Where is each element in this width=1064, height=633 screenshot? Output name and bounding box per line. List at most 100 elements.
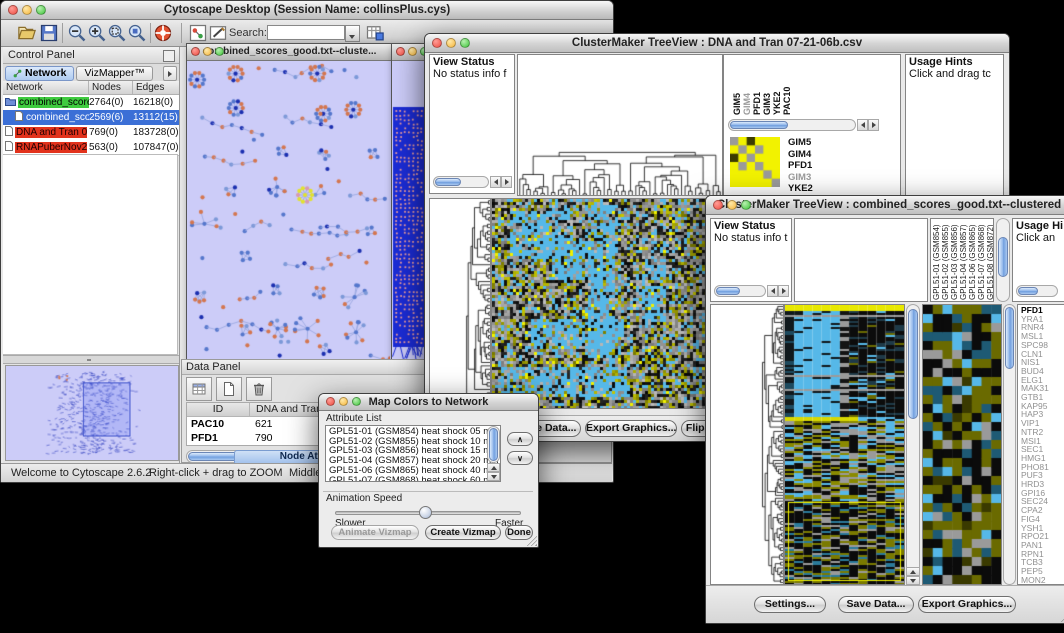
zoom-out-icon[interactable] <box>67 23 87 43</box>
zoom-row-label[interactable]: GIM5 <box>788 137 818 149</box>
export-graphics--button[interactable]: Export Graphics... <box>585 420 677 437</box>
dialog-titlebar[interactable]: Map Colors to Network <box>319 394 538 411</box>
hscrollbar[interactable] <box>1016 285 1058 297</box>
tab-network[interactable]: Network <box>5 66 74 81</box>
zoom-heatmap[interactable] <box>730 137 780 187</box>
speed-slider-thumb[interactable] <box>419 506 432 519</box>
export-graphics--button[interactable]: Export Graphics... <box>918 596 1016 613</box>
main-titlebar[interactable]: Cytoscape Desktop (Session Name: collins… <box>1 1 613 20</box>
save-data--button[interactable]: Save Data... <box>838 596 914 613</box>
tab-vizmapper[interactable]: VizMapper™ <box>76 66 153 81</box>
close-icon[interactable] <box>432 38 442 48</box>
create-vizmap-button[interactable]: Create Vizmap <box>425 525 501 540</box>
row-dendrogram[interactable] <box>711 305 783 584</box>
zoom-column-label[interactable]: YKE2 <box>772 61 782 115</box>
array-column-label[interactable]: GPL51-03 (GSM856) <box>950 220 959 300</box>
zoom-column-label[interactable]: PFD1 <box>752 61 762 115</box>
panel-splitter[interactable] <box>3 355 179 364</box>
resize-grip[interactable] <box>527 536 537 546</box>
zoom-row-label[interactable]: GIM4 <box>788 149 818 161</box>
column-header-edges[interactable]: Edges <box>133 81 179 94</box>
import-table-icon[interactable] <box>365 23 385 43</box>
column-header-nodes[interactable]: Nodes <box>89 81 133 94</box>
hscrollbar[interactable] <box>714 285 766 297</box>
move-down-button[interactable]: ∨ <box>507 451 533 465</box>
scroll-left-icon[interactable] <box>857 119 868 131</box>
array-column-label[interactable]: GPL51-02 (GSM855) <box>941 220 950 300</box>
column-header-id[interactable]: ID <box>187 403 250 416</box>
zoom-in-icon[interactable] <box>87 23 107 43</box>
close-icon[interactable] <box>326 397 335 406</box>
search-input[interactable] <box>267 25 345 40</box>
birdseye-overview[interactable] <box>5 365 179 461</box>
attribute-list[interactable]: GPL51-01 (GSM854) heat shock 05 minGPL51… <box>325 425 501 482</box>
search-dropdown-icon[interactable] <box>345 25 360 42</box>
array-column-label[interactable]: GPL51-01 (GSM854) <box>932 220 941 300</box>
move-up-button[interactable]: ∧ <box>507 432 533 446</box>
help-icon[interactable] <box>153 23 173 43</box>
treeview1-titlebar[interactable]: ClusterMaker TreeView : DNA and Tran 07-… <box>425 34 1009 53</box>
array-column-label[interactable]: GPL51-06 (GSM865) <box>968 220 977 300</box>
scroll-left-icon[interactable] <box>490 176 501 188</box>
close-icon[interactable] <box>191 47 200 56</box>
annotation-icon[interactable] <box>208 23 228 43</box>
network-row[interactable]: RNAPuberNov2+563(0)107847(0) <box>3 140 179 155</box>
zoom-row-label[interactable]: GIM3 <box>788 172 818 184</box>
tab-overflow-icon[interactable] <box>163 66 177 81</box>
zoom-row-label[interactable]: YKE2 <box>788 183 818 195</box>
zoom-selected-icon[interactable] <box>127 23 147 43</box>
zoom-fit-icon[interactable] <box>107 23 127 43</box>
minimize-icon[interactable] <box>22 5 32 15</box>
zoom-column-label[interactable]: GIM3 <box>762 61 772 115</box>
close-icon[interactable] <box>8 5 18 15</box>
global-heatmap[interactable] <box>785 305 904 584</box>
zoom-window-icon[interactable] <box>460 38 470 48</box>
network-row[interactable]: DNA and Tran 07769(0)183728(0) <box>3 125 179 140</box>
attribute-list-vscrollbar[interactable] <box>487 426 500 463</box>
zoom-column-label[interactable]: GIM5 <box>732 61 742 115</box>
zoom-window-icon[interactable] <box>215 47 224 56</box>
minimize-icon[interactable] <box>408 47 417 56</box>
save-icon[interactable] <box>39 23 59 43</box>
zoom-window-icon[interactable] <box>352 397 361 406</box>
zoom-heatmap[interactable] <box>923 305 1001 584</box>
zoom-column-label[interactable]: GIM4 <box>742 61 752 115</box>
close-icon[interactable] <box>396 47 405 56</box>
scroll-down-icon[interactable] <box>487 472 500 481</box>
scroll-down-icon[interactable] <box>906 576 920 585</box>
column-header-network[interactable]: Network <box>3 81 89 94</box>
network-row[interactable]: combined_scores2764(0)16218(0) <box>3 95 179 110</box>
open-icon[interactable] <box>17 23 37 43</box>
vizmapper-icon[interactable] <box>188 23 208 43</box>
scroll-up-icon[interactable] <box>487 463 500 472</box>
scroll-right-icon[interactable] <box>778 285 789 297</box>
select-attributes-icon[interactable] <box>186 377 212 401</box>
float-panel-icon[interactable] <box>163 50 175 62</box>
zoom-row-label[interactable]: PFD1 <box>788 160 818 172</box>
column-dendrogram[interactable] <box>518 55 722 195</box>
hscrollbar[interactable] <box>433 176 489 188</box>
scroll-up-icon[interactable] <box>906 567 920 576</box>
minimize-icon[interactable] <box>339 397 348 406</box>
zoom-column-label[interactable]: PAC10 <box>782 61 792 115</box>
zoom-vscrollbar[interactable] <box>1003 304 1016 585</box>
zoom-window-icon[interactable] <box>741 200 751 210</box>
attribute-list-item[interactable]: GPL51-07 (GSM868) heat shock 60 min <box>329 476 486 482</box>
new-attribute-icon[interactable] <box>216 377 242 401</box>
array-column-label[interactable]: GPL51-08 (GSM872) <box>986 220 994 300</box>
zoom-window-icon[interactable] <box>36 5 46 15</box>
network-canvas-2[interactable] <box>392 61 428 361</box>
array-column-label[interactable]: GPL51-04 (GSM857) <box>959 220 968 300</box>
global-heatmap[interactable] <box>492 199 706 408</box>
array-column-label[interactable]: GPL51-07 (GSM868) <box>977 220 986 300</box>
network-view-titlebar[interactable]: combined_scores_good.txt--cluste... <box>187 44 392 61</box>
treeview2-titlebar[interactable]: ClusterMaker TreeView : combined_scores_… <box>706 196 1064 215</box>
row-dendrogram[interactable] <box>430 199 490 408</box>
close-icon[interactable] <box>713 200 723 210</box>
scroll-right-icon[interactable] <box>501 176 512 188</box>
minimize-icon[interactable] <box>727 200 737 210</box>
column-labels-vscrollbar[interactable] <box>996 218 1010 302</box>
zoom-hscrollbar[interactable] <box>728 119 856 131</box>
network-row[interactable]: combined_sco2569(6)13112(15) <box>3 110 179 125</box>
minimize-icon[interactable] <box>446 38 456 48</box>
